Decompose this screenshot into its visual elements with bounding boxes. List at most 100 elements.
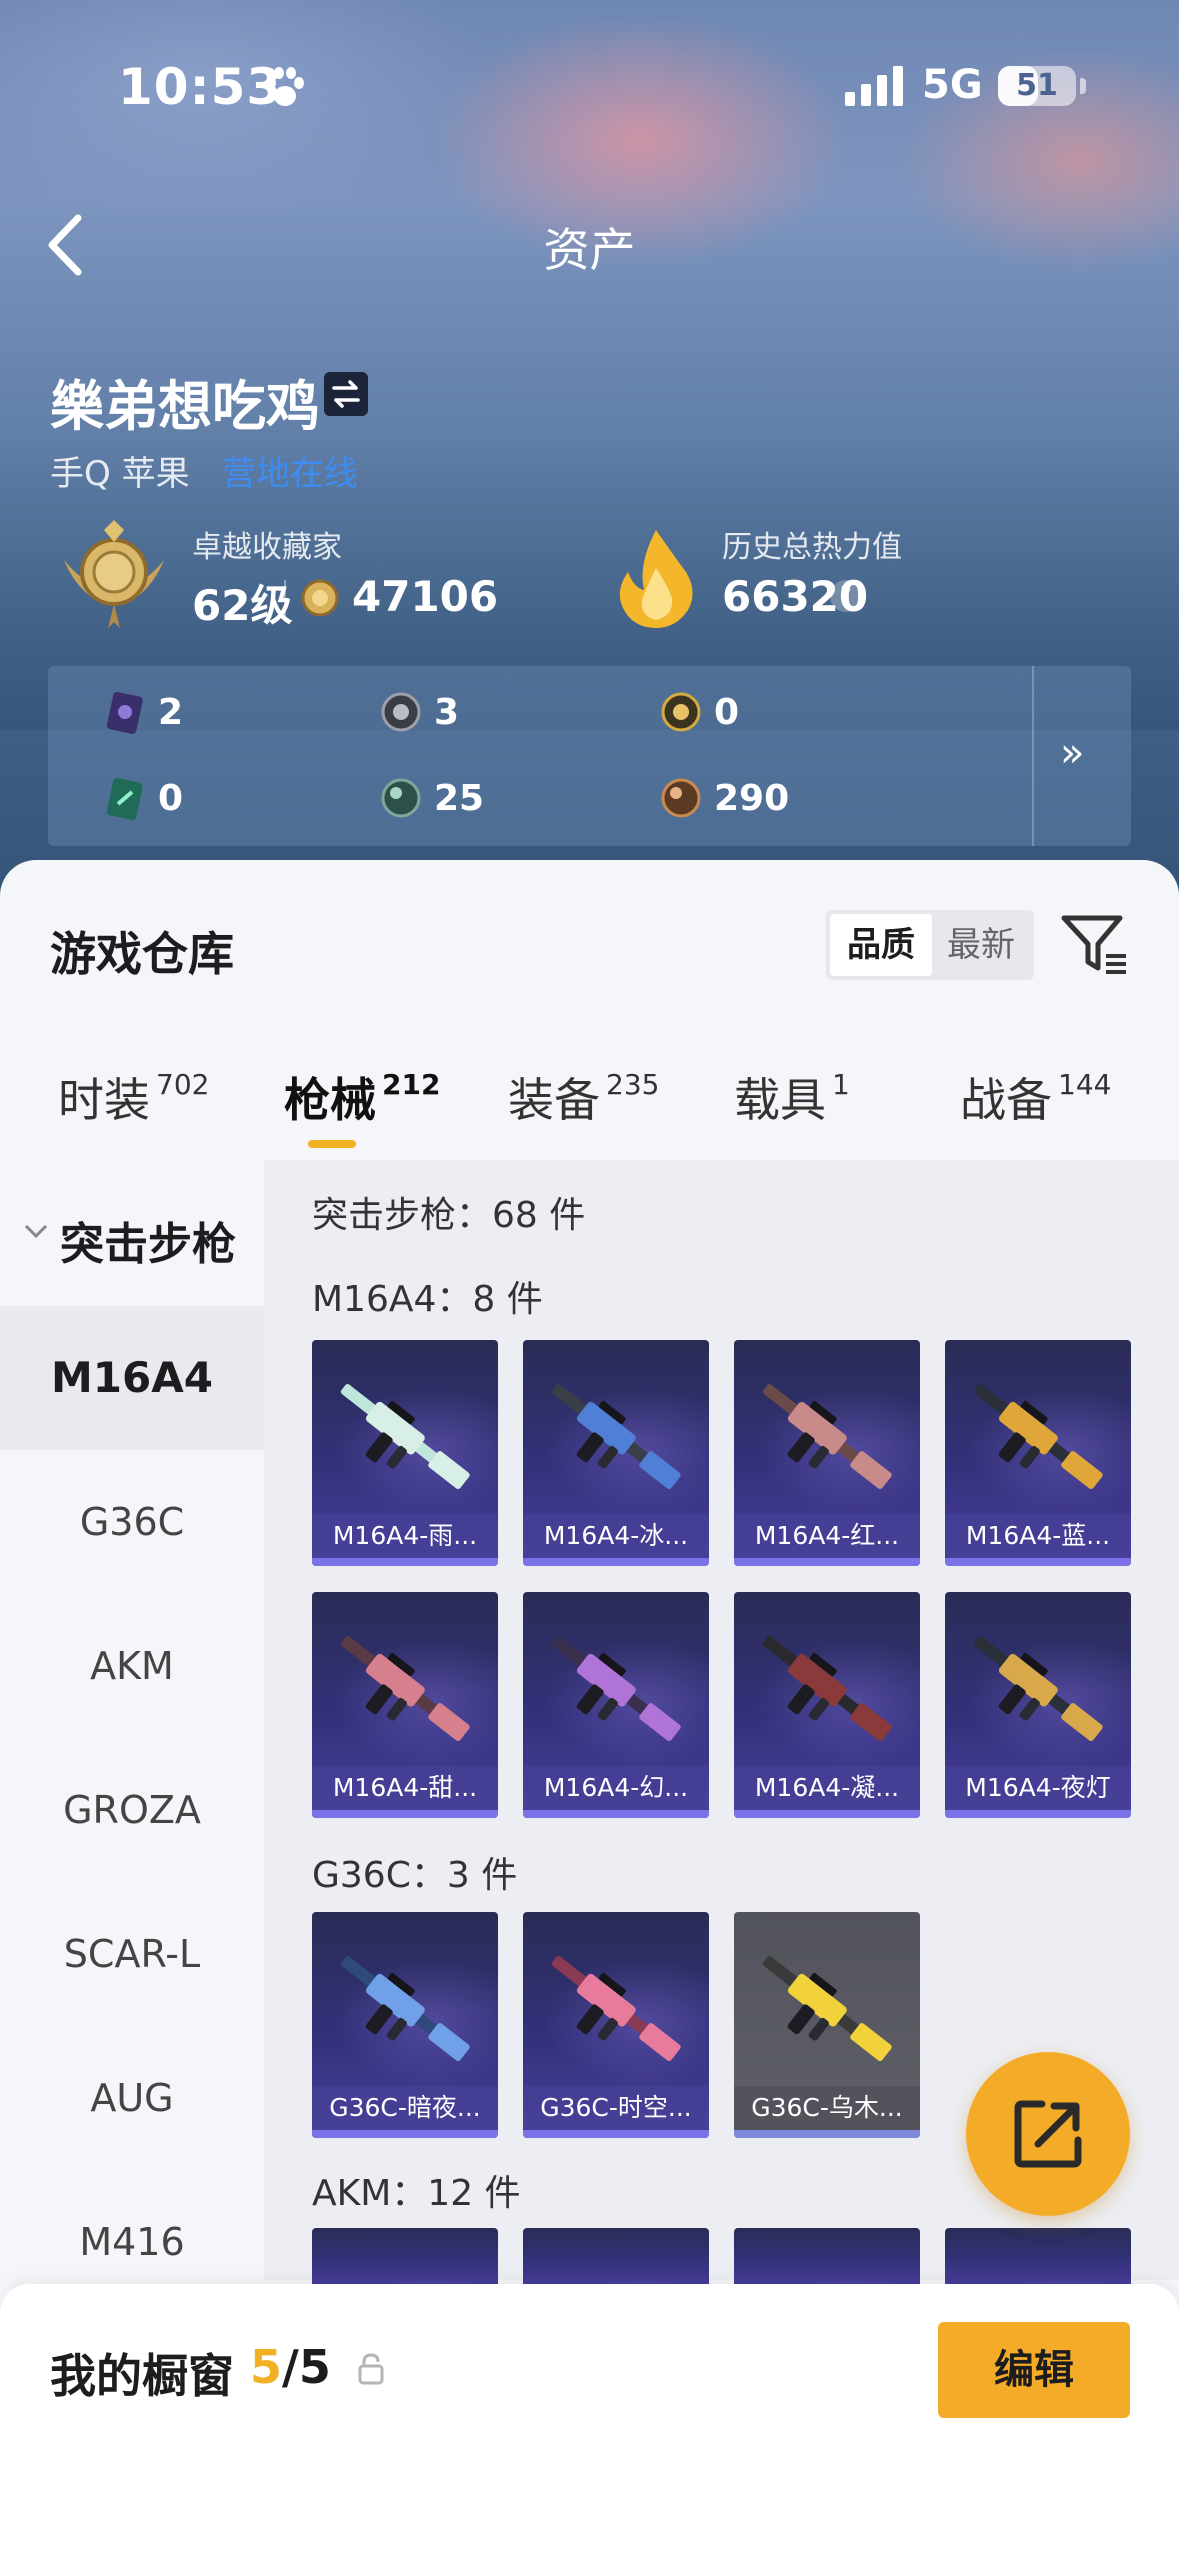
resource-panel [48, 666, 1131, 846]
rarity-bar [312, 1558, 498, 1566]
item-card[interactable]: G36C-乌木... [734, 1912, 920, 2138]
item-card[interactable]: M16A4-夜灯 [945, 1592, 1131, 1818]
item-card[interactable]: G36C-时空... [523, 1912, 709, 2138]
tab-equipment[interactable]: 装备 235 [508, 1064, 659, 1130]
sidebar-item-m416[interactable]: M416 [0, 2170, 264, 2280]
sidebar-item-g36c[interactable]: G36C [0, 1450, 264, 1594]
item-card-partial[interactable] [734, 2228, 920, 2288]
item-card-partial[interactable] [312, 2228, 498, 2288]
battery-icon: 51 [998, 66, 1076, 106]
section-m16a4-label: M16A4：8 件 [312, 1279, 543, 1320]
lock-icon [358, 2353, 384, 2385]
rarity-bar [734, 2130, 920, 2138]
rifle-icon [551, 1636, 681, 1742]
rifle-icon [340, 1384, 470, 1490]
item-card-partial[interactable] [945, 2228, 1131, 2288]
divider [284, 580, 286, 616]
category-header[interactable]: 突击步枪 [60, 1208, 236, 1272]
paw-icon [266, 67, 304, 106]
rarity-bar [312, 1810, 498, 1818]
sort-newest-button[interactable]: 最新 [932, 914, 1030, 976]
sidebar-item-m16a4[interactable]: M16A4 [0, 1306, 264, 1450]
item-card[interactable]: M16A4-冰... [523, 1340, 709, 1566]
edit-button[interactable]: 编辑 [938, 2322, 1130, 2418]
network-type: 5G [922, 62, 983, 108]
tab-firearms[interactable]: 枪械 212 [284, 1064, 440, 1130]
resources-more-button[interactable]: » [1060, 730, 1084, 776]
sidebar-item-groza[interactable]: GROZA [0, 1738, 264, 1882]
online-status: 营地在线 [222, 454, 358, 494]
share-button[interactable] [966, 2052, 1130, 2216]
filter-icon[interactable] [1060, 910, 1130, 980]
item-card-label: M16A4-冰... [523, 1514, 709, 1558]
sort-quality-button[interactable]: 品质 [830, 914, 932, 976]
item-card[interactable]: M16A4-蓝... [945, 1340, 1131, 1566]
item-card-label: M16A4-甜... [312, 1766, 498, 1810]
category-sidebar: 突击步枪 M16A4 G36C AKM GROZA SCAR-L AUG M41… [0, 1160, 264, 2280]
rarity-bar [523, 2130, 709, 2138]
item-card-label: M16A4-红... [734, 1514, 920, 1558]
heat-label: 历史总热力值 [722, 530, 902, 565]
rifle-icon [973, 1636, 1103, 1742]
tab-outfits[interactable]: 时装 702 [58, 1064, 209, 1130]
rifle-icon [762, 1636, 892, 1742]
divider [1032, 666, 1034, 846]
player-platform: 手Q 苹果 [50, 454, 190, 494]
item-card-label: G36C-时空... [523, 2086, 709, 2130]
coin-silver-icon [381, 692, 421, 732]
item-card-label: G36C-乌木... [734, 2086, 920, 2130]
rarity-bar [523, 1810, 709, 1818]
player-name: 樂弟想吃鸡 [50, 375, 320, 438]
rarity-bar [734, 1558, 920, 1566]
rifle-icon [551, 1956, 681, 2062]
item-card-label: M16A4-雨... [312, 1514, 498, 1558]
collector-label: 卓越收藏家 [192, 530, 342, 565]
flame-icon [619, 530, 693, 628]
rarity-bar [312, 2130, 498, 2138]
sidebar-item-akm[interactable]: AKM [0, 1594, 264, 1738]
item-card-label: M16A4-夜灯 [945, 1766, 1131, 1810]
item-card-label: M16A4-凝... [734, 1766, 920, 1810]
item-card[interactable]: M16A4-红... [734, 1340, 920, 1566]
collector-coin-icon [301, 579, 339, 617]
showcase-count: 5/5 [250, 2340, 331, 2394]
rifle-icon [551, 1384, 681, 1490]
item-card-label: G36C-暗夜... [312, 2086, 498, 2130]
collector-level: 62级 [192, 581, 293, 630]
item-card-label: M16A4-幻... [523, 1766, 709, 1810]
section-akm-label: AKM：12 件 [312, 2173, 521, 2214]
switch-account-icon[interactable] [324, 372, 368, 416]
card-green-icon [106, 778, 143, 820]
item-card-label: M16A4-蓝... [945, 1514, 1131, 1558]
item-card[interactable]: M16A4-甜... [312, 1592, 498, 1818]
collector-coins: 47106 [352, 572, 499, 621]
rifle-icon [340, 1956, 470, 2062]
item-card[interactable]: G36C-暗夜... [312, 1912, 498, 2138]
item-card[interactable]: M16A4-幻... [523, 1592, 709, 1818]
battery-tip [1080, 78, 1086, 94]
signal-icon [845, 66, 903, 106]
share-icon [1014, 2100, 1082, 2168]
chevron-down-icon [24, 1224, 48, 1239]
help-icon[interactable]: ? [830, 580, 862, 612]
rifle-icon [973, 1384, 1103, 1490]
orb-bronze-icon [661, 778, 701, 818]
showcase-label: 我的橱窗 [50, 2349, 234, 2403]
rarity-bar [734, 1810, 920, 1818]
item-card-partial[interactable] [523, 2228, 709, 2288]
card-purple-icon [106, 692, 143, 734]
item-card[interactable]: M16A4-凝... [734, 1592, 920, 1818]
item-card[interactable]: M16A4-雨... [312, 1340, 498, 1566]
rifle-icon [340, 1636, 470, 1742]
collector-medal-icon [64, 520, 164, 628]
tab-supplies[interactable]: 战备 144 [960, 1064, 1111, 1130]
sidebar-item-aug[interactable]: AUG [0, 2026, 264, 2170]
rarity-bar [945, 1810, 1131, 1818]
status-time: 10:53 [118, 58, 283, 116]
sidebar-item-scar-l[interactable]: SCAR-L [0, 1882, 264, 2026]
sort-toggle: 品质 最新 [826, 910, 1034, 980]
page-title: 资产 [543, 223, 636, 277]
rifle-icon [762, 1956, 892, 2062]
tab-vehicles[interactable]: 载具 1 [734, 1064, 850, 1130]
coin-gold-icon [661, 692, 701, 732]
